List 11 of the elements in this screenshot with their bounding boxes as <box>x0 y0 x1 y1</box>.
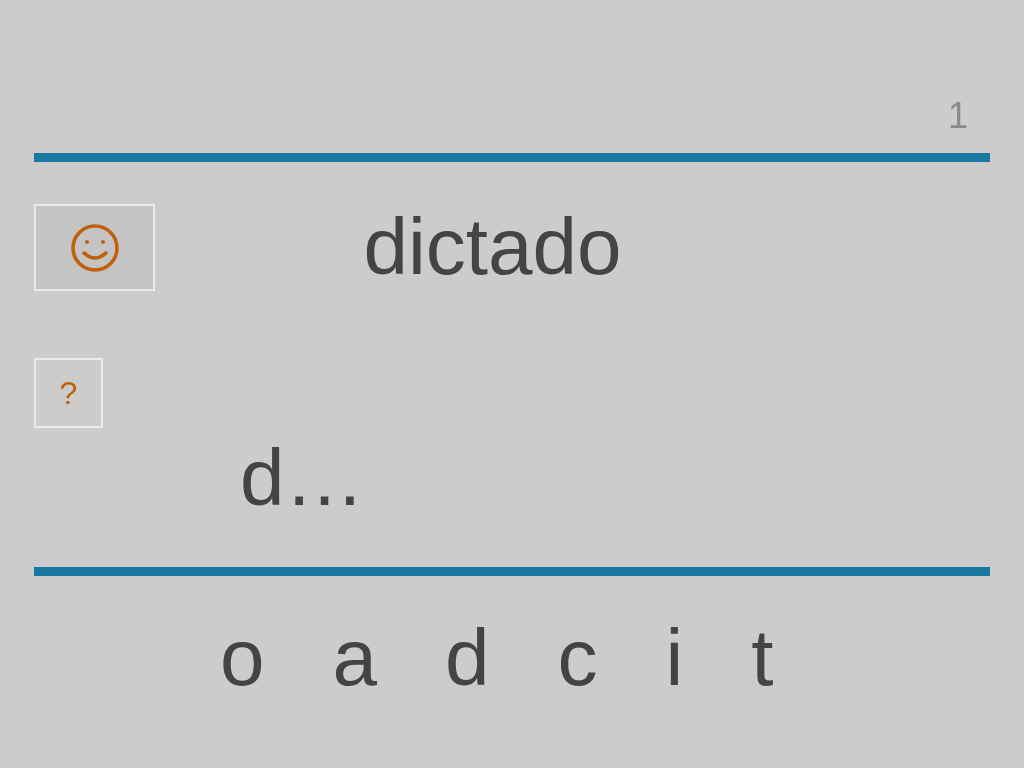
page-number: 1 <box>947 96 968 136</box>
answer-text: d… <box>240 433 365 523</box>
letter-tile[interactable]: i <box>665 618 684 698</box>
word: dictado <box>363 201 622 293</box>
letter-tile[interactable]: d <box>445 618 490 698</box>
letter-tile[interactable]: c <box>557 618 598 698</box>
letter-tile[interactable]: o <box>220 618 265 698</box>
smiley-button[interactable] <box>34 204 155 291</box>
smiley-icon <box>68 221 121 274</box>
letter-tile[interactable]: t <box>751 618 774 698</box>
letter-tile[interactable]: a <box>332 618 377 698</box>
